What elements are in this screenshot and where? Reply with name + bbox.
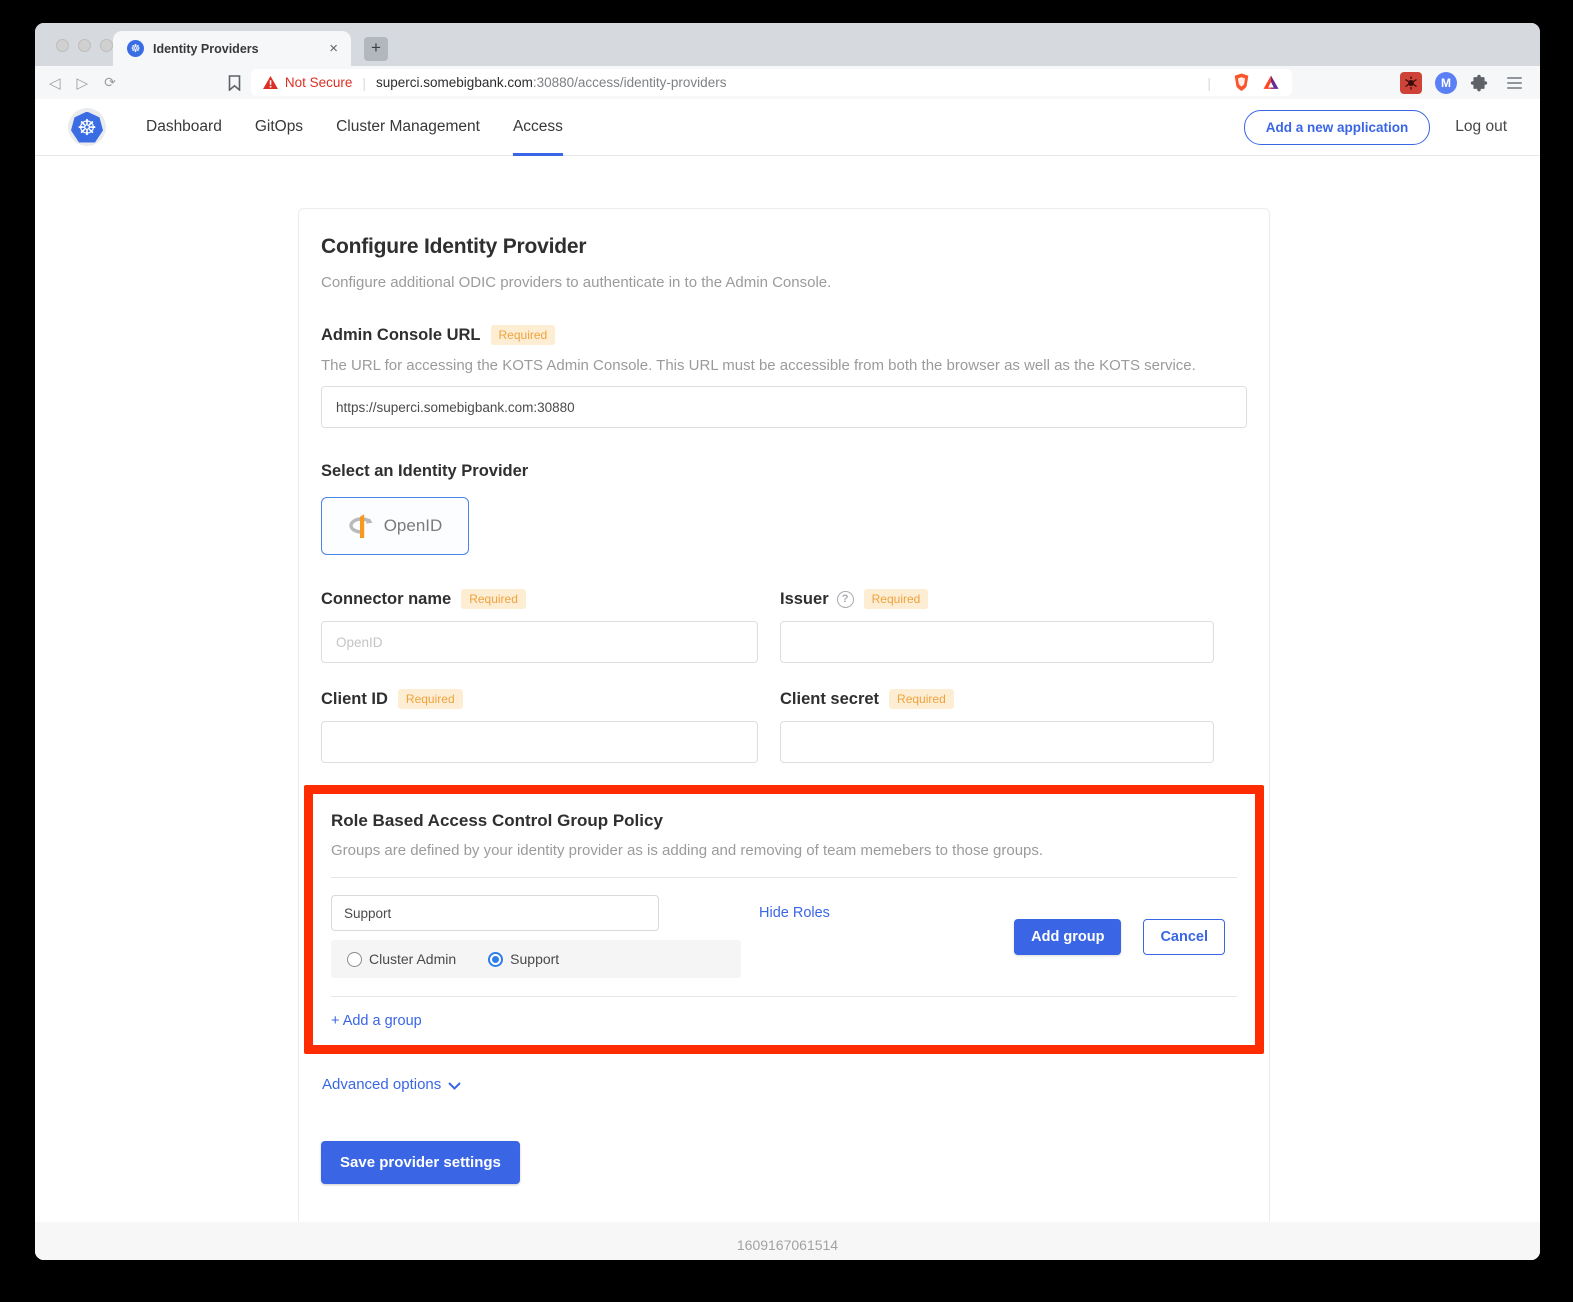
admin-console-url-label: Admin Console URL Required	[321, 325, 1247, 345]
advanced-options-link[interactable]: Advanced options	[322, 1076, 1247, 1093]
role-radio-support[interactable]: Support	[488, 951, 559, 967]
required-badge: Required	[461, 589, 526, 609]
browser-window: ☸ Identity Providers × + ◁ ▷ ⟳ Not Secur…	[35, 23, 1540, 1260]
rbac-description: Groups are defined by your identity prov…	[331, 842, 1237, 859]
required-badge: Required	[398, 689, 463, 709]
cancel-button[interactable]: Cancel	[1143, 919, 1225, 955]
role-radio-cluster-admin[interactable]: Cluster Admin	[347, 951, 456, 967]
required-badge: Required	[491, 325, 556, 345]
save-provider-settings-button[interactable]: Save provider settings	[321, 1141, 520, 1184]
kubernetes-logo-icon[interactable]: ☸	[68, 108, 106, 146]
close-tab-icon[interactable]: ×	[326, 40, 341, 57]
client-secret-input[interactable]	[780, 721, 1214, 763]
url-host: superci.somebigbank.com	[376, 75, 533, 90]
reload-icon[interactable]: ⟳	[104, 74, 116, 91]
identity-provider-card: Configure Identity Provider Configure ad…	[298, 208, 1270, 1229]
app-header: ☸ Dashboard GitOps Cluster Management Ac…	[35, 99, 1540, 156]
nav-item-dashboard[interactable]: Dashboard	[146, 99, 222, 156]
roles-panel: Cluster Admin Support	[331, 940, 741, 978]
openid-provider-tile[interactable]: OpenID	[321, 497, 469, 555]
new-tab-button[interactable]: +	[364, 37, 388, 61]
maximize-window-button[interactable]	[100, 39, 113, 52]
nav-item-gitops[interactable]: GitOps	[255, 99, 303, 156]
chevron-down-icon	[448, 1082, 461, 1090]
url-separator: |	[362, 75, 366, 91]
page-title: Configure Identity Provider	[321, 235, 1247, 259]
browser-menu-icon[interactable]	[1507, 77, 1522, 89]
client-id-input[interactable]	[321, 721, 758, 763]
warning-triangle-icon[interactable]	[263, 76, 278, 89]
group-name-input[interactable]	[331, 895, 659, 931]
required-badge: Required	[889, 689, 954, 709]
nav-item-access[interactable]: Access	[513, 99, 563, 156]
hide-roles-link[interactable]: Hide Roles	[759, 895, 830, 931]
required-badge: Required	[864, 589, 929, 609]
brave-shield-icon[interactable]	[1233, 73, 1250, 92]
extensions-puzzle-icon[interactable]	[1470, 74, 1488, 92]
not-secure-label[interactable]: Not Secure	[285, 75, 353, 90]
close-window-button[interactable]	[56, 39, 69, 52]
help-icon[interactable]: ?	[837, 591, 854, 608]
extension-red-icon[interactable]	[1400, 72, 1422, 94]
radio-unchecked-icon[interactable]	[347, 952, 362, 967]
address-bar[interactable]: Not Secure | superci.somebigbank.com :30…	[251, 69, 1292, 96]
add-a-group-link[interactable]: + Add a group	[331, 1013, 422, 1029]
select-provider-label: Select an Identity Provider	[321, 462, 1247, 481]
connector-name-input[interactable]	[321, 621, 758, 663]
shield-separator: |	[1207, 75, 1211, 91]
extension-icons: M	[1400, 72, 1522, 94]
forward-icon[interactable]: ▷	[77, 74, 89, 92]
tab-strip: ☸ Identity Providers × +	[35, 23, 1540, 66]
browser-tab[interactable]: ☸ Identity Providers ×	[113, 31, 351, 66]
divider	[331, 996, 1237, 997]
divider	[331, 877, 1237, 878]
logout-link[interactable]: Log out	[1455, 118, 1507, 136]
page-subtitle: Configure additional ODIC providers to a…	[321, 274, 1247, 291]
radio-checked-icon[interactable]	[488, 952, 503, 967]
profile-avatar-icon[interactable]: M	[1435, 72, 1457, 94]
nav-item-cluster-management[interactable]: Cluster Management	[336, 99, 480, 156]
connector-name-label: Connector name Required	[321, 589, 758, 609]
url-path: :30880/access/identity-providers	[533, 75, 727, 90]
back-icon[interactable]: ◁	[49, 74, 61, 92]
page-content: Configure Identity Provider Configure ad…	[35, 208, 1540, 1260]
admin-console-url-input[interactable]	[321, 386, 1247, 428]
client-id-label: Client ID Required	[321, 689, 758, 709]
issuer-label: Issuer ? Required	[780, 589, 1214, 609]
add-new-application-button[interactable]: Add a new application	[1244, 110, 1431, 145]
tab-title: Identity Providers	[153, 42, 326, 56]
bat-rewards-icon[interactable]	[1262, 75, 1280, 90]
bookmark-icon[interactable]	[228, 75, 241, 91]
openid-label: OpenID	[384, 516, 443, 536]
footer-timestamp: 1609167061514	[737, 1237, 838, 1253]
kubernetes-favicon-icon: ☸	[127, 40, 144, 57]
rbac-group-policy-section: Role Based Access Control Group Policy G…	[304, 785, 1264, 1054]
add-group-button[interactable]: Add group	[1014, 919, 1121, 955]
rbac-title: Role Based Access Control Group Policy	[331, 811, 1237, 831]
browser-toolbar: ◁ ▷ ⟳ Not Secure | superci.somebigbank.c…	[35, 66, 1540, 99]
admin-console-url-description: The URL for accessing the KOTS Admin Con…	[321, 357, 1247, 374]
client-secret-label: Client secret Required	[780, 689, 1214, 709]
footer: 1609167061514	[35, 1222, 1540, 1260]
minimize-window-button[interactable]	[78, 39, 91, 52]
issuer-input[interactable]	[780, 621, 1214, 663]
window-controls	[56, 39, 113, 52]
openid-logo-icon	[348, 512, 375, 540]
